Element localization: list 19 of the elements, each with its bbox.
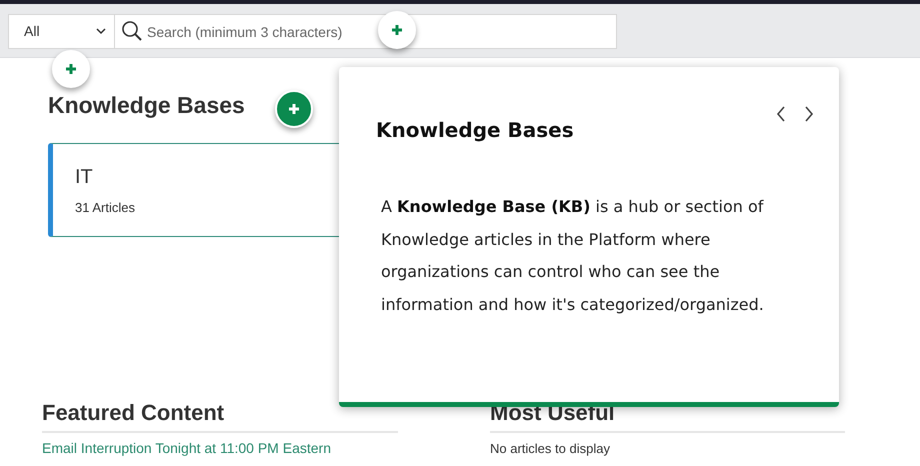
article-count: 31 Articles — [75, 199, 135, 217]
empty-message: No articles to display — [490, 440, 611, 458]
card-title: IT — [75, 165, 93, 190]
hotspot-button[interactable] — [275, 90, 313, 128]
chevron-left-icon — [775, 105, 787, 123]
search-icon — [121, 20, 143, 42]
plus-icon — [65, 63, 77, 75]
previous-button[interactable] — [775, 105, 787, 123]
hotspot-button[interactable] — [52, 50, 90, 88]
chevron-right-icon — [803, 105, 815, 123]
search-field[interactable]: Search (minimum 3 characters) — [115, 14, 617, 49]
section-heading: Knowledge Bases — [48, 92, 245, 120]
filter-dropdown[interactable]: All — [8, 14, 115, 49]
popover-title: Knowledge Bases — [376, 117, 574, 144]
next-button[interactable] — [803, 105, 815, 123]
plus-icon — [391, 24, 403, 36]
plus-icon — [288, 103, 300, 115]
chevron-down-icon — [96, 28, 106, 35]
article-link[interactable]: Email Interruption Tonight at 11:00 PM Eastern — [42, 438, 331, 459]
